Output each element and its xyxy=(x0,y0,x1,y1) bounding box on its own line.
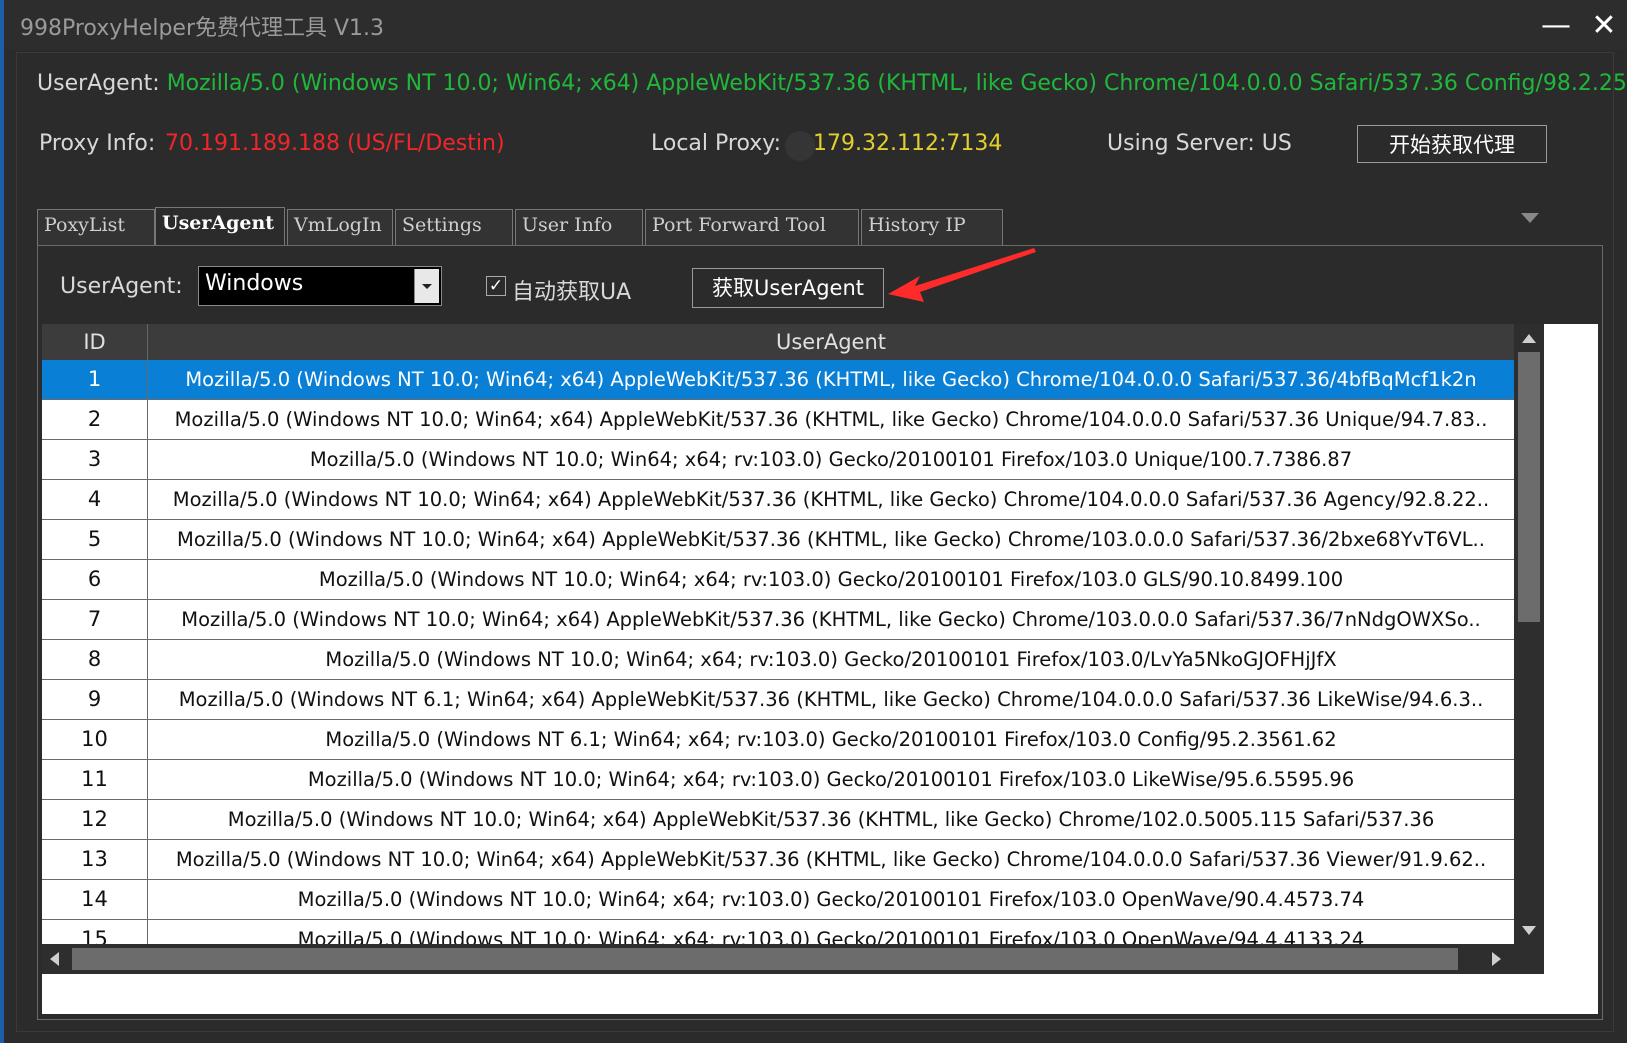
row-useragent-cell: Mozilla/5.0 (Windows NT 10.0; Win64; x64… xyxy=(177,528,1485,551)
row-useragent-cell: Mozilla/5.0 (Windows NT 10.0; Win64; x64… xyxy=(325,648,1337,671)
tab-useragent[interactable]: UserAgent xyxy=(155,207,285,247)
row-useragent-cell: Mozilla/5.0 (Windows NT 6.1; Win64; x64;… xyxy=(325,728,1337,751)
row-useragent-cell: Mozilla/5.0 (Windows NT 10.0; Win64; x64… xyxy=(175,848,1487,871)
ua-type-label: UserAgent: xyxy=(60,274,183,299)
table-row[interactable]: 1 Mozilla/5.0 (Windows NT 10.0; Win64; x6… xyxy=(42,360,1514,400)
status-dot-icon xyxy=(785,131,815,161)
row-id-cell: 13 xyxy=(42,840,148,879)
red-arrow-icon xyxy=(888,248,1036,302)
row-useragent-cell: Mozilla/5.0 (Windows NT 10.0; Win64; x64… xyxy=(309,448,1353,471)
ua-info-label: UserAgent: xyxy=(37,71,160,96)
table-row[interactable]: 4 Mozilla/5.0 (Windows NT 10.0; Win64; x6… xyxy=(42,480,1514,520)
ua-type-select-value: Windows xyxy=(205,271,304,296)
table-row[interactable]: 9 Mozilla/5.0 (Windows NT 6.1; Win64; x64… xyxy=(42,680,1514,720)
ua-info-value: Mozilla/5.0 (Windows NT 10.0; Win64; x64… xyxy=(166,71,1627,96)
local-proxy-label: Local Proxy: xyxy=(651,131,782,156)
row-id-cell: 1 xyxy=(42,360,148,399)
table-row[interactable]: 12 Mozilla/5.0 (Windows NT 10.0; Win64; x… xyxy=(42,800,1514,840)
get-useragent-button[interactable]: 获取UserAgent xyxy=(692,268,884,308)
row-id-cell: 6 xyxy=(42,560,148,599)
using-server-label: Using Server: US xyxy=(1107,131,1292,156)
row-useragent-cell: Mozilla/5.0 (Windows NT 10.0; Win64; x64… xyxy=(185,368,1477,391)
table-row[interactable]: 8 Mozilla/5.0 (Windows NT 10.0; Win64; x6… xyxy=(42,640,1514,680)
app-window: 998ProxyHelper免费代理工具 V1.3 — ✕ UserAgent:… xyxy=(0,0,1627,1043)
row-id-cell: 8 xyxy=(42,640,148,679)
proxy-info-value: 70.191.189.188 (US/FL/Destin) xyxy=(165,131,505,156)
scroll-up-icon[interactable] xyxy=(1522,334,1536,343)
tab-poxylist[interactable]: PoxyList xyxy=(37,209,155,245)
row-useragent-cell: Mozilla/5.0 (Windows NT 10.0; Win64; x64… xyxy=(172,488,1490,511)
row-useragent-cell: Mozilla/5.0 (Windows NT 10.0; Win64; x64… xyxy=(318,568,1344,591)
auto-ua-checkbox-label: 自动获取UA xyxy=(512,280,632,305)
table-row[interactable]: 3 Mozilla/5.0 (Windows NT 10.0; Win64; x6… xyxy=(42,440,1514,480)
row-id-cell: 5 xyxy=(42,520,148,559)
row-id-cell: 11 xyxy=(42,760,148,799)
row-id-cell: 10 xyxy=(42,720,148,759)
row-useragent-cell: Mozilla/5.0 (Windows NT 6.1; Win64; x64)… xyxy=(178,688,1484,711)
table-row[interactable]: 10 Mozilla/5.0 (Windows NT 6.1; Win64; x6… xyxy=(42,720,1514,760)
proxy-info-label: Proxy Info: xyxy=(39,131,156,156)
tab-port-forward-tool[interactable]: Port Forward Tool xyxy=(645,209,859,245)
useragent-table: ID UserAgent 1 Mozilla/5.0 (Windows NT 10… xyxy=(42,324,1598,1014)
minimize-icon[interactable]: — xyxy=(1536,6,1576,46)
tab-settings[interactable]: Settings xyxy=(395,209,513,245)
useragent-panel: UserAgent: Windows ✓ 自动获取UA 获取UserAgent … xyxy=(37,245,1603,1020)
row-useragent-cell: Mozilla/5.0 (Windows NT 10.0; Win64; x64… xyxy=(307,768,1355,791)
row-useragent-cell: Mozilla/5.0 (Windows NT 10.0; Win64; x64… xyxy=(227,808,1435,831)
tab-history-ip[interactable]: History IP xyxy=(861,209,1003,245)
main-content: UserAgent: Mozilla/5.0 (Windows NT 10.0;… xyxy=(16,52,1627,1032)
row-useragent-cell: Mozilla/5.0 (Windows NT 10.0; Win64; x64… xyxy=(297,888,1365,911)
scroll-right-icon[interactable] xyxy=(1492,952,1501,966)
scrollbar-corner xyxy=(1514,944,1544,974)
chevron-down-icon[interactable] xyxy=(414,269,439,303)
table-row[interactable]: 6 Mozilla/5.0 (Windows NT 10.0; Win64; x6… xyxy=(42,560,1514,600)
row-id-cell: 3 xyxy=(42,440,148,479)
local-proxy-value: 179.32.112:7134 xyxy=(813,131,1003,156)
table-row[interactable]: 2 Mozilla/5.0 (Windows NT 10.0; Win64; x6… xyxy=(42,400,1514,440)
horizontal-scrollbar[interactable] xyxy=(42,944,1514,974)
row-id-cell: 4 xyxy=(42,480,148,519)
column-header-useragent[interactable]: UserAgent xyxy=(148,324,1514,360)
scroll-down-icon[interactable] xyxy=(1522,926,1536,935)
vertical-scroll-thumb[interactable] xyxy=(1518,352,1540,622)
tab-dropdown-icon[interactable] xyxy=(1521,213,1539,223)
ua-info-row: UserAgent: Mozilla/5.0 (Windows NT 10.0;… xyxy=(37,71,1627,96)
title-bar: 998ProxyHelper免费代理工具 V1.3 — ✕ xyxy=(4,0,1627,50)
tab-user-info[interactable]: User Info xyxy=(515,209,643,245)
close-icon[interactable]: ✕ xyxy=(1584,6,1624,46)
table-row[interactable]: 11 Mozilla/5.0 (Windows NT 10.0; Win64; x… xyxy=(42,760,1514,800)
scroll-left-icon[interactable] xyxy=(50,952,59,966)
row-useragent-cell: Mozilla/5.0 (Windows NT 10.0; Win64; x64… xyxy=(181,608,1481,631)
row-useragent-cell: Mozilla/5.0 (Windows NT 10.0; Win64; x64… xyxy=(174,408,1488,431)
row-id-cell: 9 xyxy=(42,680,148,719)
table-row[interactable]: 13 Mozilla/5.0 (Windows NT 10.0; Win64; x… xyxy=(42,840,1514,880)
auto-ua-checkbox[interactable]: ✓ xyxy=(486,276,506,296)
horizontal-scroll-thumb[interactable] xyxy=(72,948,1458,970)
table-body: 1 Mozilla/5.0 (Windows NT 10.0; Win64; x6… xyxy=(42,360,1514,960)
column-header-id[interactable]: ID xyxy=(42,324,148,360)
row-id-cell: 12 xyxy=(42,800,148,839)
window-title: 998ProxyHelper免费代理工具 V1.3 xyxy=(20,16,385,41)
table-row[interactable]: 5 Mozilla/5.0 (Windows NT 10.0; Win64; x6… xyxy=(42,520,1514,560)
table-row[interactable]: 14 Mozilla/5.0 (Windows NT 10.0; Win64; x… xyxy=(42,880,1514,920)
table-row[interactable]: 7 Mozilla/5.0 (Windows NT 10.0; Win64; x6… xyxy=(42,600,1514,640)
row-id-cell: 14 xyxy=(42,880,148,919)
tab-vmlogin[interactable]: VmLogIn xyxy=(287,209,393,245)
ua-type-select[interactable]: Windows xyxy=(198,266,442,306)
start-proxy-button[interactable]: 开始获取代理 xyxy=(1357,125,1547,163)
vertical-scrollbar[interactable] xyxy=(1514,324,1544,944)
row-id-cell: 2 xyxy=(42,400,148,439)
row-id-cell: 7 xyxy=(42,600,148,639)
